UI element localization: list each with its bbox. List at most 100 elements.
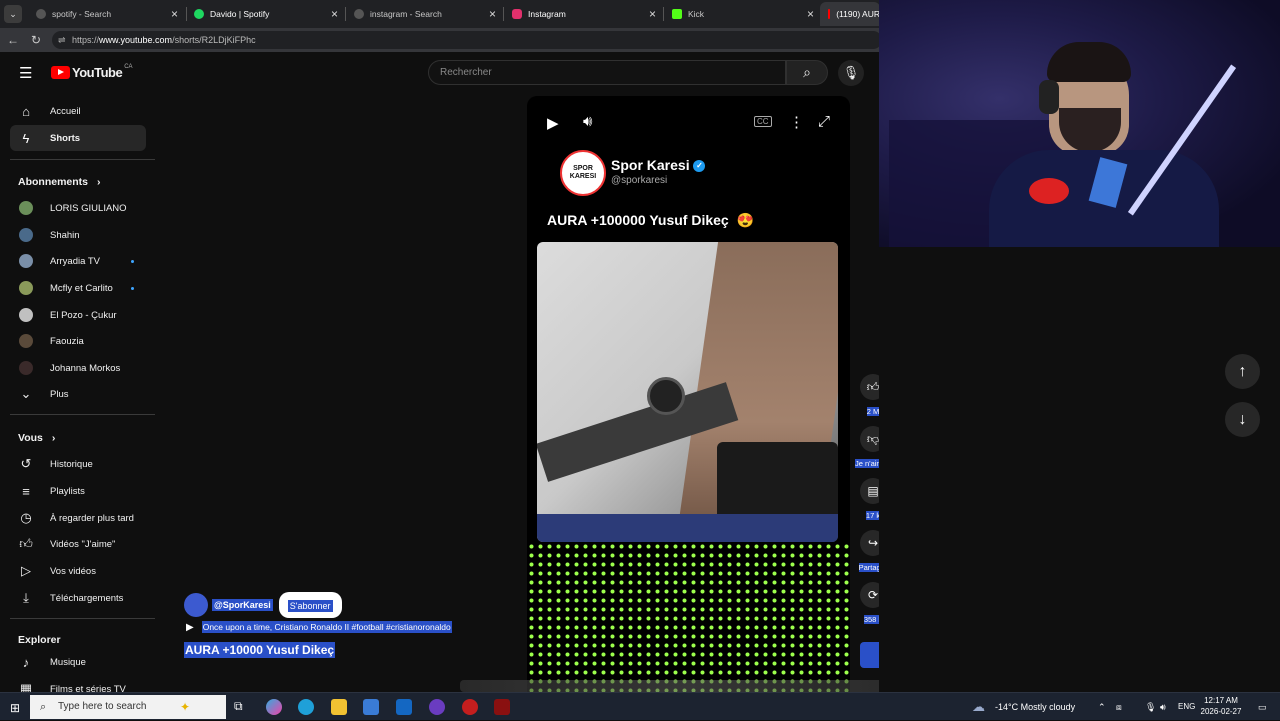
reload-icon[interactable]: ↻ (31, 33, 41, 47)
explore-heading: Explorer (18, 634, 61, 646)
menu-icon[interactable]: ☰ (19, 64, 32, 82)
copilot-icon[interactable] (266, 699, 282, 715)
avatar (19, 308, 33, 322)
clock[interactable]: 12:17 AM 2026-02-27 (1200, 695, 1242, 717)
sidebar-item-your-videos[interactable]: ▷ Vos vidéos (10, 558, 146, 584)
share-button[interactable]: ↪ (860, 530, 879, 556)
sidebar-item-watch-later[interactable]: ◷ À regarder plus tard (10, 505, 146, 531)
youtube-page: ☰ YouTube CA Rechercher ⌕ 🎙 ⌂ Accueil ϟ … (0, 52, 879, 692)
dislike-button[interactable]: 👎︎ (860, 426, 879, 452)
kick-favicon-icon (672, 9, 682, 19)
sidebar-item-shorts[interactable]: ϟ Shorts (10, 125, 146, 151)
avatar (19, 361, 33, 375)
sidebar-more-button[interactable]: ⌄ Plus (10, 381, 146, 407)
subscriptions-heading[interactable]: Abonnements › (18, 176, 100, 188)
sidebar-item-downloads[interactable]: ⤓ Téléchargements (10, 585, 146, 611)
search-favicon-icon (354, 9, 364, 19)
weather-text[interactable]: -14°C Mostly cloudy (995, 693, 1075, 721)
sidebar-sub-mcfly-carlito[interactable]: Mcfly et Carlito (10, 275, 146, 301)
close-tab-icon[interactable]: × (489, 7, 496, 21)
sidebar-item-accueil[interactable]: ⌂ Accueil (10, 98, 146, 124)
sidebar-sub-faouzia[interactable]: Faouzia (10, 328, 146, 354)
sidebar-sub-arryadia-tv[interactable]: Arryadia TV (10, 248, 146, 274)
taskbar-search-input[interactable]: ⌕ Type here to search ✦ (30, 695, 226, 719)
verified-icon: ✓ (693, 160, 706, 173)
obs-icon[interactable] (494, 699, 510, 715)
search-icon: ⌕ (803, 64, 811, 80)
tab-list-button[interactable]: ⌄ (4, 5, 22, 23)
search-button[interactable]: ⌕ (786, 60, 828, 85)
share-label: Partager (858, 563, 879, 572)
site-info-icon[interactable]: ⇌ (58, 31, 66, 49)
sidebar-sub-johanna-morkos[interactable]: Johanna Morkos (10, 355, 146, 381)
like-button[interactable]: 👍︎ (860, 374, 879, 400)
sidebar-item-playlists[interactable]: ≡ Playlists (10, 478, 146, 504)
app-icon[interactable] (462, 699, 478, 715)
remix-button[interactable]: ⟳ (860, 582, 879, 608)
close-tab-icon[interactable]: × (331, 7, 338, 21)
subscribe-button[interactable]: S'abonner (278, 592, 342, 618)
next-short-preview (460, 680, 879, 692)
sidebar-item-liked-videos[interactable]: 👍︎ Vidéos "J'aime" (10, 531, 146, 557)
weather-icon[interactable]: ☁ (972, 693, 985, 721)
tab-instagram[interactable]: Instagram × (504, 2, 662, 26)
channel-avatar[interactable] (184, 593, 208, 617)
search-input[interactable]: Rechercher (428, 60, 786, 85)
remix-icon: ⟳ (867, 588, 879, 602)
sidebar-sub-loris-giuliano[interactable]: LORIS GIULIANO (10, 195, 146, 221)
share-icon: ↪ (867, 536, 879, 550)
caption-channel-name[interactable]: @SporKaresi (212, 599, 273, 611)
clock-icon: ◷ (20, 510, 32, 525)
outlook-icon[interactable] (396, 699, 412, 715)
browser-icon[interactable] (429, 699, 445, 715)
close-tab-icon[interactable]: × (649, 7, 656, 21)
voice-search-button[interactable]: 🎙 (838, 60, 864, 86)
play-icon[interactable]: ▶ (547, 114, 559, 132)
more-options-icon[interactable]: ⋮ (789, 113, 804, 131)
volume-icon[interactable]: 🔊︎ (583, 113, 592, 130)
comments-button[interactable]: ▤ (860, 478, 879, 504)
windows-taskbar: ⊞ ⌕ Type here to search ✦ ⧉ ☁ -14°C Most… (0, 692, 1280, 720)
edge-icon[interactable] (298, 699, 314, 715)
notifications-icon[interactable]: ▭ (1258, 693, 1267, 721)
video-headline: AURA +100000 Yusuf Dikeç 😍 (547, 212, 755, 228)
fullscreen-icon[interactable]: ⤢ (818, 113, 830, 130)
url-field[interactable]: ⇌ https://www.youtube.com/shorts/R2LDjKi… (52, 31, 882, 49)
tab-instagram-search[interactable]: instagram - Search × (346, 2, 502, 26)
youtube-logo[interactable]: YouTube CA (51, 64, 133, 80)
shorts-player[interactable]: ▶ 🔊︎ CC ⋮ ⤢ SPOR KARESI Spor Karesi ✓ @s… (527, 96, 850, 692)
short-title: AURA +10000 Yusuf Dikeç (184, 642, 336, 658)
next-short-button[interactable]: ↓ (1225, 402, 1260, 437)
tab-kick[interactable]: Kick × (664, 2, 820, 26)
mic-tray-icon[interactable]: 🎙 (1145, 693, 1156, 721)
volume-tray-icon[interactable]: 🔊︎ (1160, 693, 1166, 721)
file-explorer-icon[interactable] (331, 699, 347, 715)
search-highlight-icon: ✦ (180, 700, 191, 714)
previous-short-button[interactable]: ↑ (1225, 354, 1260, 389)
channel-name: Spor Karesi ✓ (611, 157, 706, 173)
windows-start-icon[interactable]: ⊞ (10, 701, 20, 715)
music-row[interactable]: ▶ Once upon a time, Cristiano Ronaldo II… (186, 621, 452, 633)
back-icon[interactable]: ← (7, 33, 19, 47)
tab-spotify-search[interactable]: spotify - Search × (28, 2, 184, 26)
close-tab-icon[interactable]: × (807, 7, 814, 21)
store-icon[interactable] (363, 699, 379, 715)
sidebar-item-history[interactable]: ↺ Historique (10, 451, 146, 477)
sidebar-item-movies[interactable]: ▦ Films et séries TV (10, 676, 146, 692)
network-icon[interactable]: ⧈ (1116, 693, 1122, 721)
sidebar-sub-el-pozo[interactable]: El Pozo - Çukur (10, 302, 146, 328)
tab-spotify[interactable]: Davido | Spotify × (186, 2, 344, 26)
captions-icon[interactable]: CC (754, 116, 772, 127)
sidebar-item-music[interactable]: ♪ Musique (10, 649, 146, 675)
close-tab-icon[interactable]: × (171, 7, 178, 21)
language-indicator[interactable]: ENG (1178, 693, 1195, 721)
history-icon: ↺ (20, 456, 32, 471)
sidebar-sub-shahin[interactable]: Shahin (10, 222, 146, 248)
new-content-dot (131, 260, 134, 263)
tray-chevron-icon[interactable]: ⌃ (1098, 693, 1106, 721)
task-view-icon[interactable]: ⧉ (234, 699, 243, 714)
tab-youtube[interactable]: (1190) AUR (820, 2, 880, 26)
you-heading[interactable]: Vous › (18, 432, 55, 444)
sound-thumbnail[interactable] (860, 642, 879, 668)
arrow-down-icon: ↓ (1238, 411, 1247, 428)
